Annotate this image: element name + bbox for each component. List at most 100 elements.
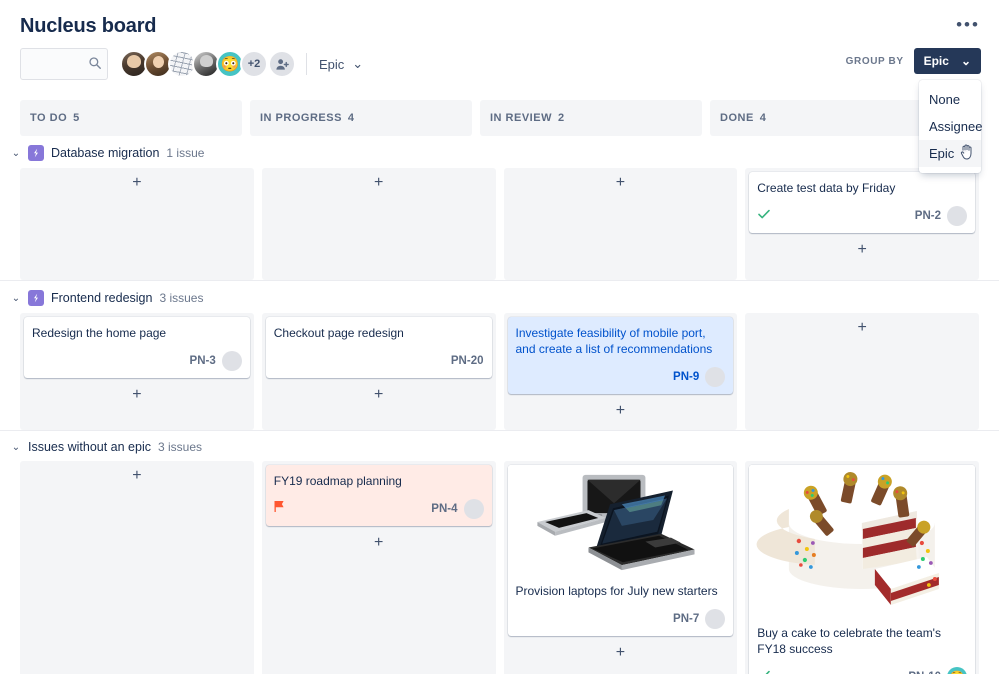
issue-card-footer: PN-4 [274, 498, 484, 520]
add-card-button[interactable]: + [508, 642, 734, 664]
lane-todo[interactable]: + [20, 461, 254, 674]
lane-in-progress[interactable]: FY19 roadmap planning PN-4 + [261, 461, 496, 674]
issue-card-footer: PN-7 [516, 608, 726, 630]
epic-filter-label: Epic [319, 56, 345, 72]
column-name: IN PROGRESS [260, 112, 342, 124]
issue-card-footer: PN-3 [32, 350, 242, 372]
search-field-wrapper [20, 48, 108, 80]
dropdown-item-assignee[interactable]: Assignee [919, 113, 982, 140]
issue-card-footer: PN-2 [757, 205, 967, 227]
epic-group-lanes: + + + Create test data by Friday PN-2 + [0, 168, 999, 280]
issue-title: Investigate feasibility of mobile port, … [515, 326, 713, 356]
column-count: 4 [347, 112, 355, 124]
column-headers: TO DO 5 IN PROGRESS 4 IN REVIEW 2 DONE 4… [0, 100, 999, 136]
epic-group-name: Issues without an epic [28, 440, 151, 454]
issue-key: PN-20 [450, 355, 484, 367]
column-name: TO DO [30, 112, 68, 124]
issue-card[interactable]: Investigate feasibility of mobile port, … [507, 317, 734, 394]
lane-in-review[interactable]: Provision laptops for July new starters … [503, 461, 738, 674]
issue-card-footer: PN-20 [274, 350, 484, 372]
issue-title: Checkout page redesign [273, 326, 404, 340]
issue-card[interactable]: Create test data by Friday PN-2 [749, 172, 975, 233]
add-card-button[interactable]: + [749, 317, 975, 339]
epic-group-lanes: + FY19 roadmap planning PN-4 + Provision… [0, 461, 999, 674]
epic-group: ⌄ Database migration 1 issue + + + Creat… [0, 136, 999, 280]
group-by-control: GROUP BY Epic ⌄ [846, 48, 981, 74]
lane-in-progress[interactable]: Checkout page redesign PN-20 + [261, 313, 496, 430]
epic-group-lanes: Redesign the home page PN-3 + Checkout p… [0, 313, 999, 430]
add-card-button[interactable]: + [508, 400, 734, 422]
column-count: 2 [557, 112, 565, 124]
issue-card[interactable]: Redesign the home page PN-3 [24, 317, 250, 378]
search-icon [89, 57, 101, 69]
add-card-button[interactable]: + [24, 384, 250, 406]
lane-done[interactable]: Create test data by Friday PN-2 + [745, 168, 979, 280]
issue-card-footer: PN-10 😳 [757, 666, 967, 674]
lane-todo[interactable]: Redesign the home page PN-3 + [20, 313, 254, 430]
check-icon [757, 207, 771, 226]
issue-card-footer: PN-9 [516, 366, 726, 388]
flag-icon [274, 500, 285, 518]
chevron-down-icon[interactable]: ⌄ [11, 293, 21, 304]
issue-title: Provision laptops for July new starters [515, 584, 718, 598]
epic-filter-dropdown[interactable]: Epic ⌄ [319, 56, 363, 72]
chevron-down-icon: ⌄ [352, 56, 364, 71]
issue-title: Create test data by Friday [757, 181, 896, 195]
lane-in-progress[interactable]: + [261, 168, 496, 280]
avatar[interactable] [221, 351, 242, 371]
issue-key: PN-3 [189, 355, 216, 367]
dropdown-item-epic[interactable]: Epic [919, 140, 981, 167]
issue-title: Buy a cake to celebrate the team's FY18 … [757, 626, 941, 656]
lane-todo[interactable]: + [20, 168, 254, 280]
add-card-button[interactable]: + [24, 172, 250, 194]
column-header-in-progress: IN PROGRESS 4 [250, 100, 472, 136]
chevron-down-icon[interactable]: ⌄ [11, 148, 21, 159]
issue-card[interactable]: Checkout page redesign PN-20 [265, 317, 492, 378]
column-name: IN REVIEW [490, 112, 552, 124]
dropdown-item-none[interactable]: None [919, 86, 981, 113]
issue-key: PN-4 [431, 503, 458, 515]
add-card-button[interactable]: + [749, 239, 975, 261]
lane-done[interactable]: + [745, 313, 979, 430]
epic-group: ⌄ Frontend redesign 3 issues Redesign th… [0, 280, 999, 430]
epic-group-count: 1 issue [166, 146, 205, 160]
avatar[interactable] [463, 499, 484, 519]
avatar[interactable] [705, 609, 726, 629]
epic-icon [28, 145, 44, 161]
epic-group-header[interactable]: ⌄ Issues without an epic 3 issues [0, 430, 999, 461]
epic-groups: ⌄ Database migration 1 issue + + + Creat… [0, 136, 999, 674]
avatar-emoji[interactable]: 😳 [947, 667, 967, 674]
page-title: Nucleus board [20, 15, 157, 37]
check-icon [757, 668, 771, 674]
add-card-button[interactable]: + [266, 384, 492, 406]
add-person-icon[interactable] [268, 50, 296, 78]
epic-group-count: 3 issues [158, 440, 203, 454]
issue-title: FY19 roadmap planning [273, 474, 402, 488]
avatar[interactable] [947, 206, 967, 226]
issue-key: PN-9 [673, 371, 700, 383]
epic-group-header[interactable]: ⌄ Database migration 1 issue [0, 136, 999, 168]
lane-done[interactable]: Buy a cake to celebrate the team's FY18 … [745, 461, 979, 674]
chevron-down-icon[interactable]: ⌄ [11, 442, 21, 453]
avatar[interactable] [705, 367, 726, 387]
add-card-button[interactable]: + [508, 172, 734, 194]
issue-card[interactable]: Provision laptops for July new starters … [507, 465, 734, 636]
board-more-menu-button[interactable]: ••• [955, 14, 981, 36]
column-header-in-review: IN REVIEW 2 [480, 100, 702, 136]
epic-group-header[interactable]: ⌄ Frontend redesign 3 issues [0, 280, 999, 313]
board-toolbar: 😳 +2 Epic ⌄ [20, 48, 979, 80]
lane-in-review[interactable]: Investigate feasibility of mobile port, … [503, 313, 738, 430]
add-card-button[interactable]: + [266, 532, 492, 554]
issue-key: PN-2 [914, 210, 941, 222]
issue-card[interactable]: FY19 roadmap planning PN-4 [265, 465, 492, 526]
avatar-group: 😳 +2 [120, 50, 296, 78]
epic-group-name: Frontend redesign [51, 291, 153, 305]
add-card-button[interactable]: + [266, 172, 492, 194]
board-header: Nucleus board 😳 +2 Epic ⌄ ••• GROUP BY E… [0, 0, 999, 173]
issue-card[interactable]: Buy a cake to celebrate the team's FY18 … [749, 465, 975, 674]
group-by-button[interactable]: Epic ⌄ [913, 48, 981, 74]
lane-in-review[interactable]: + [503, 168, 738, 280]
column-header-done: DONE 4 [710, 100, 932, 136]
avatar-overflow-count[interactable]: +2 [240, 50, 268, 78]
add-card-button[interactable]: + [24, 465, 250, 487]
